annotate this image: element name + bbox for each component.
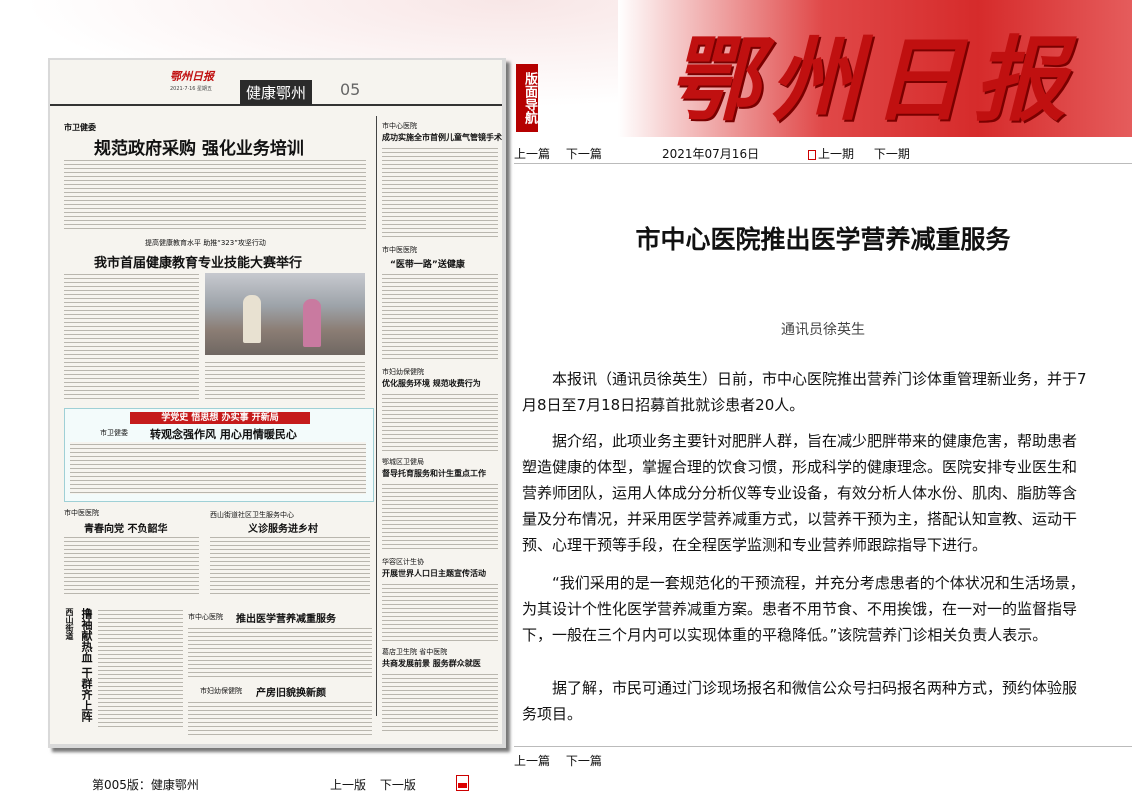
article-paragraph: 据了解，市民可通过门诊现场报名和微信公众号扫码报名两种方式，预约体验服务项目。 [522,679,1078,723]
article-body-lines [70,442,366,494]
article-body-lines [188,700,372,738]
article-body-lines [382,672,498,732]
article-headline[interactable]: 成功实施全市首例儿童气管镜手术 [382,132,502,143]
article-kicker[interactable]: 市妇幼保健院 [382,367,424,377]
newspaper-page: 鄂州日报 2021·7·16 星期五 健康鄂州 05 市卫健委 规范政府采购 强… [50,60,502,744]
article-nav-top: 上一篇 下一篇 [514,145,614,162]
issue-date: 2021年07月16日 [662,147,760,161]
prev-article-link[interactable]: 上一篇 [514,147,550,161]
page-logo: 鄂州日报 [170,70,214,83]
article-headline[interactable]: 我市首届健康教育专业技能大赛举行 [94,252,302,271]
page-number: 05 [340,80,361,99]
article-body-lines [382,582,498,642]
article-kicker[interactable]: 市中医医院 [64,508,99,518]
article-headline[interactable]: 撸袖献热血 干群齐上阵 [78,608,94,738]
article-kicker[interactable]: 西山街道 [64,608,75,678]
article-kicker[interactable]: 西山街道社区卫生服务中心 [210,510,294,520]
article-nav-bottom: 上一篇 下一篇 [514,752,614,769]
article-body-lines [64,272,199,402]
article-headline[interactable]: 青春向党 不负韶华 [84,520,167,535]
article-body-lines [210,535,370,595]
article-paragraph: 据介绍，此项业务主要针对肥胖人群，旨在减少肥胖带来的健康危害，帮助患者塑造健康的… [522,432,1078,554]
article-kicker[interactable]: 市中心医院 [382,121,417,131]
article-headline[interactable]: 开展世界人口日主题宣传活动 [382,568,486,579]
article-headline[interactable]: 规范政府采购 强化业务培训 [94,134,304,159]
article-body-lines [382,146,498,238]
bottom-divider [514,746,1132,747]
article-kicker[interactable]: 市卫健委 [100,428,128,438]
article-body-lines [205,360,365,402]
next-article-link[interactable]: 下一篇 [566,147,602,161]
newspaper-page-thumbnail[interactable]: 鄂州日报 2021·7·16 星期五 健康鄂州 05 市卫健委 规范政府采购 强… [48,58,506,748]
article-headline[interactable]: 产房旧貌换新颜 [256,684,326,699]
column-divider [376,116,377,716]
article-kicker[interactable]: 葛店卫生院 省中医院 [382,647,447,657]
article-headline[interactable]: “医带一路”送健康 [390,257,465,270]
page-header: 鄂州日报 2021·7·16 星期五 健康鄂州 05 [50,60,502,106]
prev-article-link[interactable]: 上一篇 [514,754,550,768]
article-kicker[interactable]: 市卫健委 [64,122,96,133]
prev-page-link[interactable]: 上一版 [330,778,366,792]
article-body-lines [382,392,498,452]
prev-issue-link[interactable]: 上一期 [818,147,854,161]
page-date: 2021·7·16 星期五 [170,86,213,92]
issue-nav: 上一期 下一期 [808,145,922,162]
article-kicker[interactable]: 市中心医院 [188,612,223,622]
layout-navigation-tag: 版面导航 [516,64,538,132]
next-issue-link[interactable]: 下一期 [874,147,910,161]
article-body-lines [382,482,498,552]
article-kicker[interactable]: 市中医医院 [382,245,417,255]
article-author: 通讯员徐英生 [781,322,865,338]
pdf-icon[interactable] [456,775,469,791]
article-body-lines [98,608,183,728]
next-page-link[interactable]: 下一版 [380,778,416,792]
page-section-name: 健康鄂州 [240,80,313,105]
article-paragraph: 本报讯（通讯员徐英生）日前，市中心医院推出营养门诊体重管理新业务，并于7月8日至… [522,370,1087,414]
article-headline[interactable]: 督导托育服务和计生重点工作 [382,468,486,479]
article-headline[interactable]: 转观念强作风 用心用情暖民心 [150,426,297,442]
page-label: 第005版：健康鄂州 [92,778,199,792]
article-kicker[interactable]: 华容区计生协 [382,557,424,567]
nav-divider [514,163,1132,164]
article-headline[interactable]: 推出医学营养减重服务 [236,610,336,625]
article-body-lines [64,535,199,595]
article-photo [205,273,365,355]
masthead-logo: 鄂州日报 [668,26,1077,134]
article-kicker[interactable]: 提高健康教育水平 助推“323”攻坚行动 [145,238,266,248]
article-body-lines [188,626,372,678]
page-nav: 上一版 下一版 [330,776,416,793]
article-body-lines [382,272,498,362]
article-kicker[interactable]: 鄂城区卫健局 [382,457,424,467]
study-banner-title: 学党史 悟思想 办实事 开新局 [130,412,310,424]
article-headline[interactable]: 共商发展前景 服务群众就医 [382,658,481,669]
article-title: 市中心医院推出医学营养减重服务 [635,225,1011,254]
article-headline[interactable]: 优化服务环境 规范收费行为 [382,378,481,389]
article-paragraph: “我们采用的是一套规范化的干预流程，并充分考虑患者的个体状况和生活场景，为其设计… [522,574,1085,644]
calendar-icon [808,149,816,160]
article-headline[interactable]: 义诊服务进乡村 [248,520,318,535]
article-kicker[interactable]: 市妇幼保健院 [200,686,242,696]
article-body-lines [64,158,366,232]
next-article-link[interactable]: 下一篇 [566,754,602,768]
